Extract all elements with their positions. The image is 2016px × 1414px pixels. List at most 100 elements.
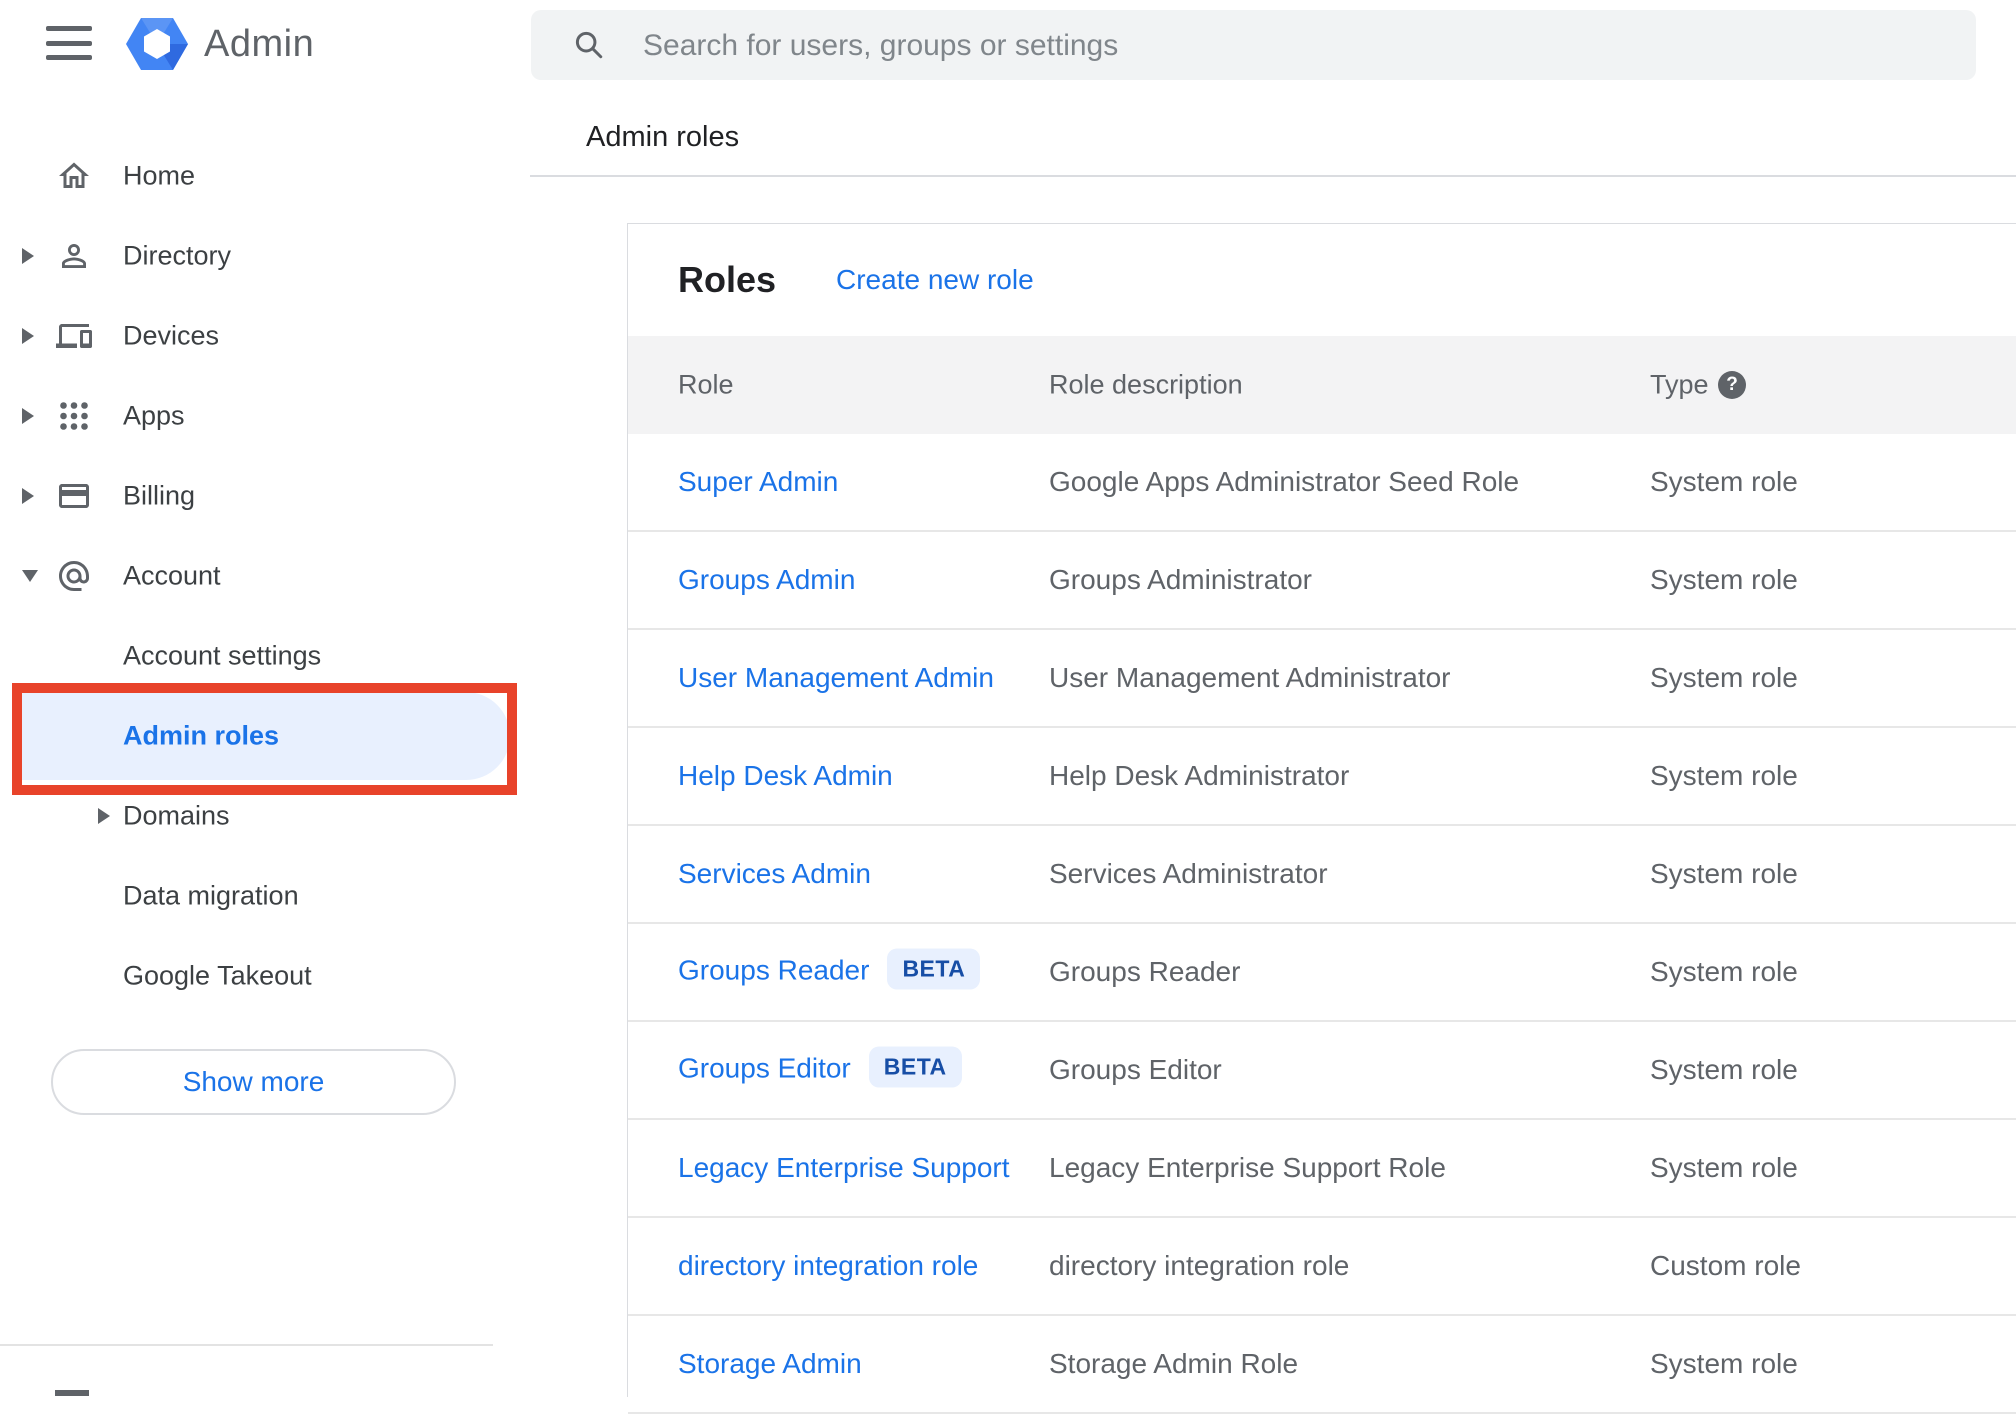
sidebar-item-account[interactable]: Account <box>0 536 530 616</box>
role-link[interactable]: Groups Reader BETA <box>678 948 981 993</box>
table-row: Services Admin Services Administrator Syst… <box>628 826 2016 924</box>
chevron-right-icon <box>22 488 34 504</box>
admin-hexagon-logo-icon <box>126 18 188 70</box>
table-body: Super Admin Google Apps Administrator See… <box>628 434 2016 1414</box>
at-sign-icon <box>56 558 92 594</box>
table-row: Groups Reader BETA Groups Reader System rol… <box>628 924 2016 1022</box>
role-link[interactable]: Groups Editor BETA <box>678 1046 962 1091</box>
table-row: Super Admin Google Apps Administrator See… <box>628 434 2016 532</box>
credit-card-icon <box>56 478 92 514</box>
sidebar-item-data-migration[interactable]: Data migration <box>0 856 530 936</box>
home-icon <box>56 158 92 194</box>
column-header-role-description: Role description <box>1049 369 1243 400</box>
role-type: System role <box>1650 760 1798 791</box>
role-description: directory integration role <box>1049 1250 1350 1281</box>
sidebar-item-label: Billing <box>123 480 196 511</box>
table-header-row: Role Role description Type ? <box>628 336 2016 434</box>
role-type: System role <box>1650 858 1798 889</box>
header-divider <box>530 175 2016 177</box>
create-new-role-link[interactable]: Create new role <box>836 264 1034 296</box>
role-description: Help Desk Administrator <box>1049 760 1350 791</box>
apps-grid-icon <box>56 398 92 434</box>
search-icon <box>575 31 603 59</box>
beta-badge: BETA <box>887 948 981 990</box>
role-type: System role <box>1650 662 1798 693</box>
roles-card-titlebar: Roles Create new role <box>628 224 2016 336</box>
column-header-role: Role <box>678 369 734 400</box>
sidebar-item-label: Account settings <box>123 640 322 671</box>
role-link[interactable]: Super Admin <box>678 466 838 498</box>
table-row: Storage Admin Storage Admin Role System ro… <box>628 1316 2016 1414</box>
role-type: System role <box>1650 1152 1798 1183</box>
chevron-right-icon <box>22 328 34 344</box>
role-description: Google Apps Administrator Seed Role <box>1049 466 1520 497</box>
sidebar-item-label: Devices <box>123 320 220 351</box>
sidebar-item-home[interactable]: Home <box>0 136 530 216</box>
role-link[interactable]: Legacy Enterprise Support <box>678 1152 1010 1184</box>
table-row: Groups Editor BETA Groups Editor System rol… <box>628 1022 2016 1120</box>
role-link[interactable]: directory integration role <box>678 1250 978 1282</box>
sidebar-nav: Home Directory Devices Apps Billing Account Ac… <box>0 136 530 1016</box>
table-row: Help Desk Admin Help Desk Administrator Sy… <box>628 728 2016 826</box>
sidebar-item-label: Home <box>123 160 196 191</box>
sidebar-item-label: Admin roles <box>123 720 280 751</box>
search-input[interactable] <box>641 10 1945 82</box>
role-link[interactable]: Groups Admin <box>678 564 855 596</box>
role-description: User Management Administrator <box>1049 662 1451 693</box>
role-type: System role <box>1650 956 1798 987</box>
table-row: User Management Admin User Management Adm… <box>628 630 2016 728</box>
sidebar-item-label: Apps <box>123 400 185 431</box>
role-type: System role <box>1650 466 1798 497</box>
beta-badge: BETA <box>868 1046 962 1088</box>
sidebar-item-devices[interactable]: Devices <box>0 296 530 376</box>
sidebar-item-admin-roles[interactable]: Admin roles <box>0 692 530 780</box>
app-logo: Admin <box>126 16 314 72</box>
devices-icon <box>56 318 92 354</box>
person-icon <box>56 238 92 274</box>
role-type: System role <box>1650 564 1798 595</box>
role-description: Legacy Enterprise Support Role <box>1049 1152 1446 1183</box>
hamburger-menu-icon[interactable] <box>46 26 92 60</box>
role-description: Groups Reader <box>1049 956 1241 987</box>
sidebar-item-label: Directory <box>123 240 232 271</box>
sidebar-item-directory[interactable]: Directory <box>0 216 530 296</box>
role-link[interactable]: Storage Admin <box>678 1348 862 1380</box>
sidebar-item-domains[interactable]: Domains <box>0 776 530 856</box>
sidebar-item-apps[interactable]: Apps <box>0 376 530 456</box>
role-type: System role <box>1650 1348 1798 1379</box>
table-row: Groups Admin Groups Administrator System r… <box>628 532 2016 630</box>
role-link[interactable]: Help Desk Admin <box>678 760 893 792</box>
role-link[interactable]: User Management Admin <box>678 662 994 694</box>
roles-card: Roles Create new role Role Role descript… <box>627 223 2016 1414</box>
role-type: Custom role <box>1650 1250 1801 1281</box>
sidebar-item-label: Google Takeout <box>123 960 312 991</box>
breadcrumb: Admin roles <box>586 121 740 153</box>
sidebar-item-label: Domains <box>123 800 230 831</box>
sidebar-item-google-takeout[interactable]: Google Takeout <box>0 936 530 1016</box>
role-description: Storage Admin Role <box>1049 1348 1299 1379</box>
search-bar[interactable] <box>531 10 1976 82</box>
chevron-right-icon <box>98 808 110 824</box>
column-header-type: Type <box>1650 369 1709 400</box>
role-link[interactable]: Services Admin <box>678 858 871 890</box>
role-description: Groups Administrator <box>1049 564 1312 595</box>
role-description: Groups Editor <box>1049 1054 1222 1085</box>
show-more-button[interactable]: Show more <box>51 1049 456 1115</box>
role-type: System role <box>1650 1054 1798 1085</box>
sidebar-item-account-settings[interactable]: Account settings <box>0 616 530 696</box>
card-title: Roles <box>678 259 777 300</box>
chevron-right-icon <box>22 248 34 264</box>
cutoff-bottom-icon <box>55 1390 89 1396</box>
role-description: Services Administrator <box>1049 858 1328 889</box>
sidebar-item-label: Data migration <box>123 880 299 911</box>
sidebar-bottom-divider <box>0 1344 493 1346</box>
app-title: Admin <box>204 22 315 65</box>
sidebar: Admin Home Directory Devices Apps Billing Acc… <box>0 0 530 1396</box>
chevron-down-icon <box>22 570 38 582</box>
chevron-right-icon <box>22 408 34 424</box>
sidebar-item-billing[interactable]: Billing <box>0 456 530 536</box>
sidebar-item-label: Account <box>123 560 221 591</box>
help-icon[interactable]: ? <box>1718 371 1746 399</box>
table-row: directory integration role directory inte… <box>628 1218 2016 1316</box>
table-row: Legacy Enterprise Support Legacy Enterpri… <box>628 1120 2016 1218</box>
